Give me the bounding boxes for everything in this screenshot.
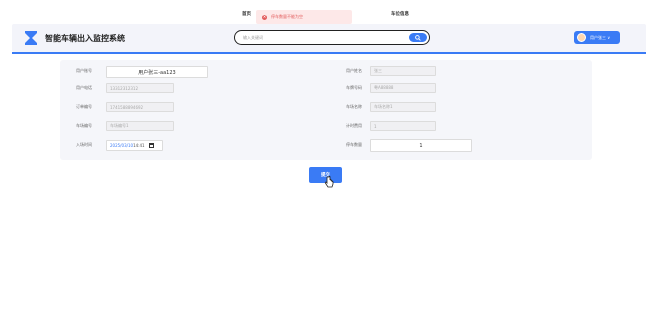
- entry-time-picker[interactable]: 2025/03/10 14:41: [106, 140, 163, 151]
- order-no-field[interactable]: 1741588894692: [106, 102, 174, 112]
- user-id-label: 用户账号: [76, 68, 92, 73]
- app-title: 智能车辆出入监控系统: [45, 34, 125, 43]
- order-form: 用户账号 用户张三-aa123 用户电话 13312312312 订单编号 17…: [60, 60, 592, 160]
- phone-value: 13312312312: [110, 85, 138, 91]
- plate-value: 粤A88888: [374, 85, 394, 90]
- park-count-field[interactable]: 1: [370, 139, 472, 152]
- lot-name-field[interactable]: 车场名称1: [370, 102, 436, 112]
- park-count-value: 1: [419, 142, 423, 149]
- park-count-label: 停车数量: [346, 142, 362, 147]
- fee-field[interactable]: 1: [370, 121, 436, 131]
- entry-date-year: 2025/: [110, 143, 122, 148]
- order-no-value: 1741588894692: [110, 104, 144, 110]
- search-input[interactable]: 输入关键词: [243, 35, 263, 41]
- lot-no-value: 车场编号1: [110, 123, 129, 128]
- lot-name-value: 车场名称1: [374, 104, 393, 109]
- phone-label: 用户电话: [76, 85, 92, 90]
- user-name: 用户张三 ∨: [590, 34, 611, 40]
- search-icon: [415, 34, 421, 41]
- plate-label: 车牌号码: [346, 85, 362, 90]
- entry-time-value: 14:41: [133, 143, 145, 148]
- error-toast: ✕ 停车数量不能为空: [256, 10, 352, 24]
- entry-date-day: 03/10: [121, 143, 134, 148]
- user-menu-button[interactable]: 用户张三 ∨: [574, 31, 620, 44]
- hand-pointer-icon: [324, 176, 334, 188]
- user-name-label: 用户姓名: [346, 68, 362, 73]
- user-id-field[interactable]: 用户张三-aa123: [106, 66, 208, 78]
- user-id-value: 用户张三-aa123: [138, 69, 176, 76]
- hourglass-logo-icon: [25, 31, 37, 45]
- lot-name-label: 车场名称: [346, 104, 362, 109]
- error-icon: ✕: [262, 14, 267, 20]
- header-divider: [12, 52, 646, 54]
- lot-no-field[interactable]: 车场编号1: [106, 121, 174, 131]
- fee-label: 计时费用: [346, 123, 362, 128]
- calendar-icon[interactable]: [148, 143, 154, 148]
- user-name-value: 张三: [374, 68, 382, 73]
- avatar: [577, 33, 586, 42]
- fee-value: 1: [374, 123, 377, 129]
- entry-time-label: 入场时间: [76, 142, 92, 147]
- lot-no-label: 车场编号: [76, 123, 92, 128]
- user-name-field[interactable]: 张三: [370, 66, 436, 76]
- error-message: 停车数量不能为空: [271, 14, 303, 19]
- search-box[interactable]: 输入关键词: [234, 30, 430, 45]
- phone-field[interactable]: 13312312312: [106, 83, 174, 93]
- order-no-label: 订单编号: [76, 104, 92, 109]
- header: 智能车辆出入监控系统 输入关键词 用户张三 ∨: [12, 24, 646, 52]
- plate-field[interactable]: 粤A88888: [370, 83, 436, 93]
- nav-home[interactable]: 首页: [242, 11, 251, 17]
- search-button[interactable]: [409, 33, 427, 42]
- nav-parking-info[interactable]: 车位信息: [391, 11, 409, 17]
